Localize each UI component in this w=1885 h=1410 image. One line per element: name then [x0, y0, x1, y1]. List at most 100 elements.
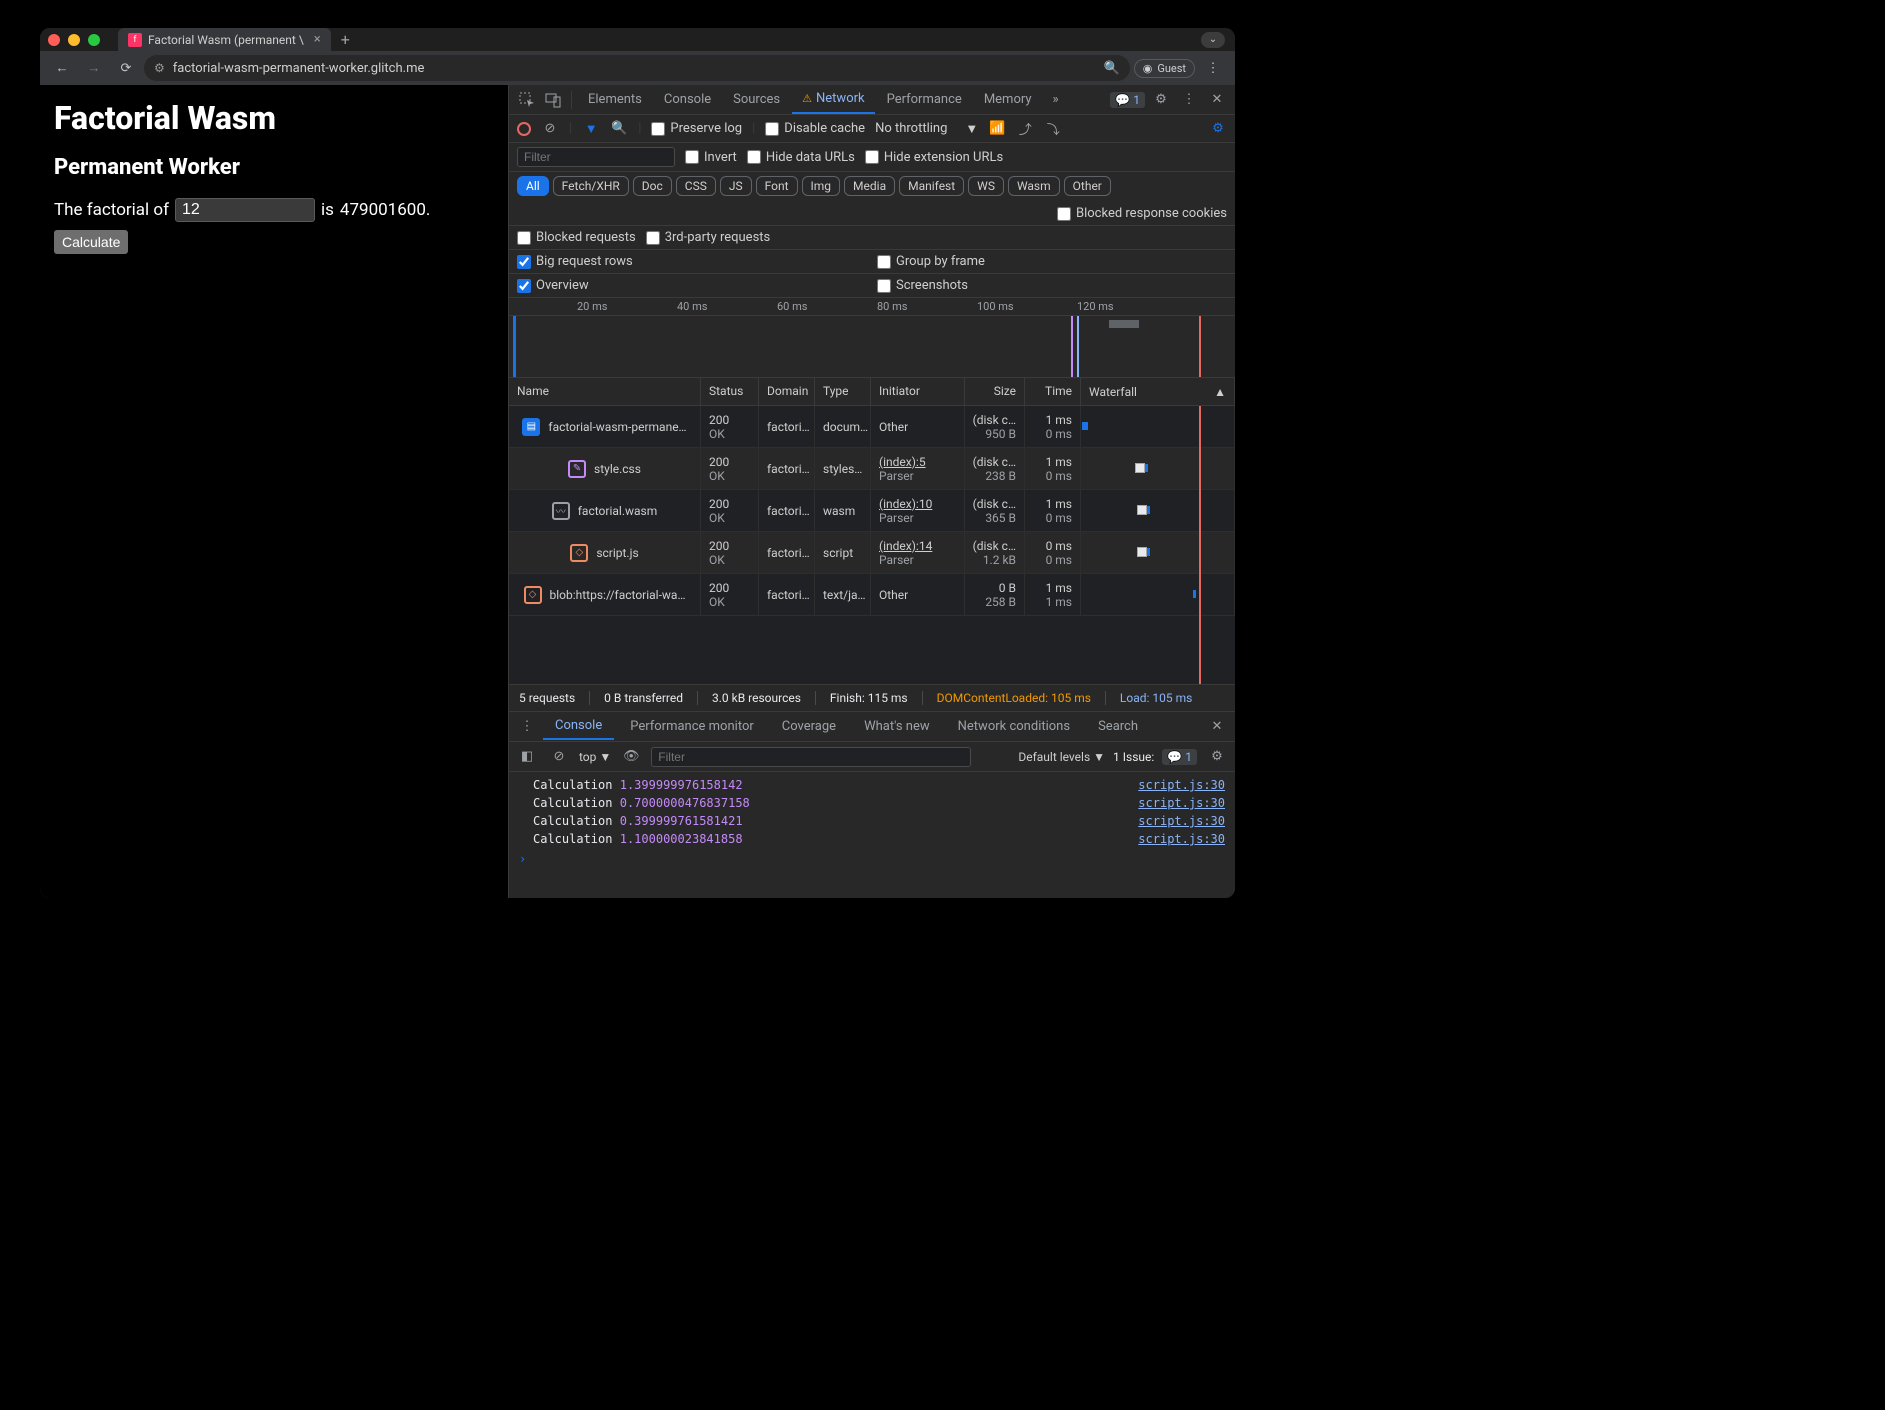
table-row[interactable]: ◇script.js 200OK factori… script (index)…: [509, 532, 1235, 574]
browser-tab[interactable]: f Factorial Wasm (permanent \ ×: [118, 28, 331, 51]
record-button[interactable]: [517, 122, 531, 136]
type-pill-other[interactable]: Other: [1064, 176, 1111, 196]
console-issue-chip[interactable]: 💬 1: [1162, 749, 1197, 765]
filter-toggle-icon[interactable]: ▼: [582, 121, 600, 137]
calculate-button[interactable]: Calculate: [54, 230, 128, 254]
col-time[interactable]: Time: [1025, 378, 1081, 405]
third-party-checkbox[interactable]: 3rd-party requests: [646, 230, 771, 245]
tab-memory[interactable]: Memory: [974, 86, 1042, 113]
type-pill-img[interactable]: Img: [802, 176, 841, 196]
type-pill-css[interactable]: CSS: [676, 176, 716, 196]
levels-selector[interactable]: Default levels▼: [1018, 750, 1105, 764]
drawer-tab-whatsnew[interactable]: What's new: [852, 714, 942, 739]
factorial-input[interactable]: [175, 198, 315, 222]
disable-cache-checkbox[interactable]: Disable cache: [765, 121, 865, 136]
blocked-cookies-checkbox[interactable]: Blocked response cookies: [1057, 206, 1227, 221]
settings-icon[interactable]: ⚙: [1149, 88, 1173, 112]
reload-button[interactable]: ⟳: [112, 54, 140, 82]
new-tab-button[interactable]: +: [341, 30, 350, 49]
issues-chip[interactable]: 💬 1: [1110, 92, 1145, 108]
drawer-tab-perfmon[interactable]: Performance monitor: [618, 714, 766, 739]
window-maximize-dot[interactable]: [88, 34, 100, 46]
devtools-menu-icon[interactable]: ⋮: [1177, 88, 1201, 112]
big-rows-checkbox[interactable]: Big request rows: [517, 254, 633, 269]
drawer-close-icon[interactable]: ✕: [1205, 715, 1229, 739]
source-link[interactable]: script.js:30: [1138, 832, 1225, 846]
window-minimize-dot[interactable]: [68, 34, 80, 46]
forward-button[interactable]: →: [80, 54, 108, 82]
group-by-frame-checkbox[interactable]: Group by frame: [877, 254, 985, 269]
col-waterfall[interactable]: Waterfall▲: [1081, 378, 1235, 405]
devtools-close-icon[interactable]: ✕: [1205, 88, 1229, 112]
type-pill-js[interactable]: JS: [720, 176, 752, 196]
live-expr-icon[interactable]: 👁: [619, 745, 643, 769]
wifi-icon[interactable]: 📶: [988, 121, 1006, 136]
drawer-tab-search[interactable]: Search: [1086, 714, 1150, 739]
tab-sources[interactable]: Sources: [723, 86, 790, 113]
drawer-tab-console[interactable]: Console: [543, 713, 614, 740]
console-prompt[interactable]: ›: [509, 848, 1235, 870]
network-settings-icon[interactable]: ⚙: [1209, 121, 1227, 136]
invert-checkbox[interactable]: Invert: [685, 150, 737, 165]
back-button[interactable]: ←: [48, 54, 76, 82]
col-initiator[interactable]: Initiator: [871, 378, 965, 405]
drawer-menu-icon[interactable]: ⋮: [515, 715, 539, 739]
console-clear-icon[interactable]: ⊘: [547, 745, 571, 769]
profile-guest-chip[interactable]: ◉ Guest: [1134, 59, 1195, 78]
device-toggle-icon[interactable]: [541, 88, 565, 112]
tabs-dropdown-icon[interactable]: ⌄: [1201, 32, 1225, 48]
tab-close-icon[interactable]: ×: [314, 32, 321, 47]
download-har-icon[interactable]: ⤵: [1044, 119, 1062, 138]
search-icon[interactable]: 🔍: [610, 121, 628, 136]
table-row[interactable]: 〰factorial.wasm 200OK factori… wasm (ind…: [509, 490, 1235, 532]
type-pill-font[interactable]: Font: [756, 176, 798, 196]
throttling-select[interactable]: No throttling ▼: [875, 121, 978, 137]
type-pill-manifest[interactable]: Manifest: [899, 176, 964, 196]
console-filter-input[interactable]: [651, 747, 971, 767]
type-pill-doc[interactable]: Doc: [633, 176, 672, 196]
type-pill-wasm[interactable]: Wasm: [1008, 176, 1060, 196]
site-settings-icon[interactable]: ⚙: [154, 61, 165, 75]
type-pill-fetchxhr[interactable]: Fetch/XHR: [553, 176, 629, 196]
col-size[interactable]: Size: [965, 378, 1025, 405]
type-pill-media[interactable]: Media: [844, 176, 895, 196]
preserve-log-checkbox[interactable]: Preserve log: [651, 121, 742, 136]
zoom-icon[interactable]: 🔍: [1104, 61, 1120, 76]
drawer-tab-coverage[interactable]: Coverage: [770, 714, 848, 739]
col-domain[interactable]: Domain: [759, 378, 815, 405]
tab-console[interactable]: Console: [654, 86, 721, 113]
col-name[interactable]: Name: [509, 378, 701, 405]
tab-elements[interactable]: Elements: [578, 86, 652, 113]
browser-menu-icon[interactable]: ⋮: [1199, 54, 1227, 82]
window-close-dot[interactable]: [48, 34, 60, 46]
console-sidebar-icon[interactable]: ◧: [515, 745, 539, 769]
type-pill-ws[interactable]: WS: [968, 176, 1004, 196]
drawer-tab-netcond[interactable]: Network conditions: [946, 714, 1082, 739]
clear-icon[interactable]: ⊘: [541, 121, 559, 136]
network-filter-input[interactable]: [517, 147, 675, 167]
upload-har-icon[interactable]: ⤴: [1016, 119, 1034, 138]
screenshots-checkbox[interactable]: Screenshots: [877, 278, 968, 293]
inspect-icon[interactable]: [515, 88, 539, 112]
overview-checkbox[interactable]: Overview: [517, 278, 589, 293]
tab-network[interactable]: Network: [792, 85, 874, 114]
col-type[interactable]: Type: [815, 378, 871, 405]
address-bar[interactable]: ⚙ factorial-wasm-permanent-worker.glitch…: [144, 55, 1130, 81]
source-link[interactable]: script.js:30: [1138, 778, 1225, 792]
hide-ext-urls-checkbox[interactable]: Hide extension URLs: [865, 150, 1003, 165]
table-row[interactable]: ▤factorial-wasm-permane… 200OK factori… …: [509, 406, 1235, 448]
status-resources: 3.0 kB resources: [697, 691, 801, 705]
source-link[interactable]: script.js:30: [1138, 814, 1225, 828]
timeline-overview[interactable]: 20 ms40 ms60 ms80 ms100 ms120 ms: [509, 298, 1235, 378]
more-tabs-icon[interactable]: »: [1044, 88, 1068, 112]
hide-data-urls-checkbox[interactable]: Hide data URLs: [747, 150, 855, 165]
col-status[interactable]: Status: [701, 378, 759, 405]
tab-performance[interactable]: Performance: [877, 86, 972, 113]
blocked-requests-checkbox[interactable]: Blocked requests: [517, 230, 636, 245]
context-selector[interactable]: top▼: [579, 750, 611, 764]
table-row[interactable]: ✎style.css 200OK factori… styles… (index…: [509, 448, 1235, 490]
table-row[interactable]: ◇blob:https://factorial-wa… 200OK factor…: [509, 574, 1235, 616]
source-link[interactable]: script.js:30: [1138, 796, 1225, 810]
type-pill-all[interactable]: All: [517, 176, 549, 196]
console-settings-icon[interactable]: ⚙: [1205, 745, 1229, 769]
